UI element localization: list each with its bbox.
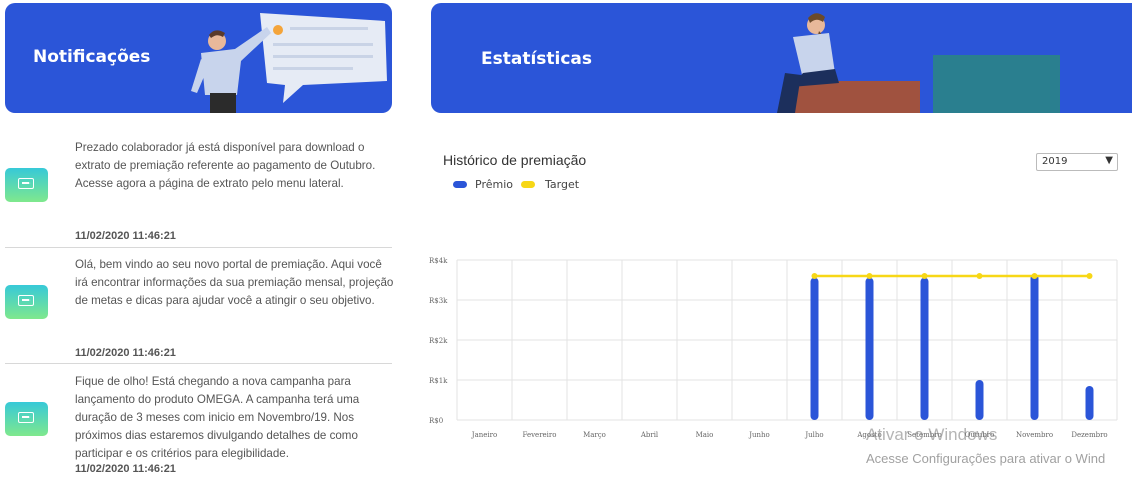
chat-bubble-icon: ··· [5,168,48,202]
chat-bubble-icon: ··· [5,285,48,319]
legend-swatch-premio [453,181,467,188]
stats-title: Estatísticas [481,49,593,69]
x-tick-label: Abril [640,431,659,439]
windows-activation-text: Acesse Configurações para ativar o Wind [866,451,1106,466]
target-point [976,273,983,279]
premiacao-chart: R$0 R$1k R$2k R$3k R$4k Janeiro Fevereiro Março… [429,257,1118,439]
notifications-banner: Notificações [5,3,392,113]
x-tick-label: Novembro [1016,431,1053,439]
chat-bubble-icon: ··· [5,402,48,436]
bar-premio [975,380,984,420]
x-tick-label: Janeiro [471,431,497,439]
y-tick-label: R$2k [429,337,448,345]
legend-label-target[interactable]: Target [545,178,579,191]
x-tick-label: Março [583,431,606,439]
x-tick-label: Julho [804,431,823,439]
divider [5,363,392,364]
notification-text: Prezado colaborador já está disponível p… [75,141,376,190]
x-tick-label: Maio [696,431,714,439]
bar-premio [1030,274,1039,420]
dropdown-arrow-icon: ▼ [1105,155,1113,166]
divider [5,247,392,248]
y-tick-label: R$1k [429,377,448,385]
y-tick-label: R$3k [429,297,448,305]
bar-premio [865,277,874,420]
bar-premio [810,277,819,420]
notification-text: Olá, bem vindo ao seu novo portal de pre… [75,258,394,307]
chart-title: Histórico de premiação [443,152,587,168]
notification-text: Fique de olho! Está chegando a nova camp… [75,375,360,460]
notification-date: 11/02/2020 11:46:21 [75,347,176,359]
x-tick-label: Dezembro [1071,431,1107,439]
target-point [811,273,818,279]
notifications-title: Notificações [33,47,151,67]
y-tick-label: R$0 [429,417,443,425]
bar-premio [1085,386,1094,420]
target-point [1086,273,1093,279]
windows-activation-title: Ativar o Windows [866,425,998,444]
bar-premio [920,277,929,420]
target-point [866,273,873,279]
year-select[interactable]: 2019 ▼ [1036,153,1118,171]
x-tick-label: Junho [748,431,770,439]
legend-swatch-target [521,181,535,188]
notification-date: 11/02/2020 11:46:21 [75,230,176,242]
target-point [1031,273,1038,279]
target-point [921,273,928,279]
legend-label-premio[interactable]: Prêmio [475,178,513,191]
notification-date: 11/02/2020 11:46:21 [75,463,176,475]
y-tick-label: R$4k [429,257,448,265]
year-select-value: 2019 [1042,156,1068,167]
stats-banner: Estatísticas [431,3,1132,113]
x-tick-label: Fevereiro [522,431,556,439]
